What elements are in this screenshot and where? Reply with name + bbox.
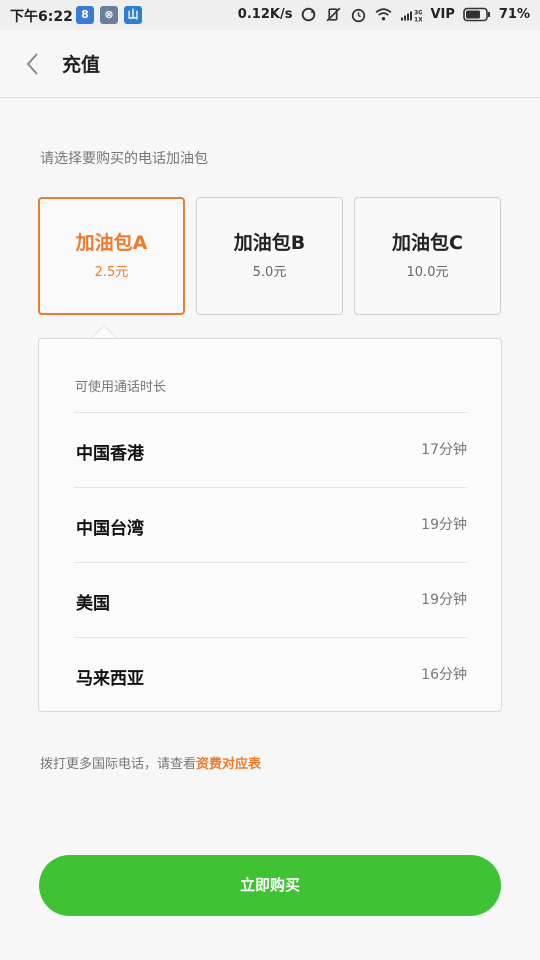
minutes-value: 19分钟 bbox=[421, 517, 467, 533]
package-price: 10.0元 bbox=[406, 265, 449, 280]
region-name: 马来西亚 bbox=[76, 669, 144, 689]
note-text: 拨打更多国际电话，请查看 bbox=[40, 757, 197, 772]
package-price: 5.0元 bbox=[252, 265, 287, 280]
app-notification-icon: 8 bbox=[76, 6, 94, 24]
page-title: 充值 bbox=[62, 54, 101, 76]
rate-note: 拨打更多国际电话，请查看资费对应表 bbox=[40, 753, 261, 772]
package-price: 2.5元 bbox=[94, 265, 129, 280]
package-prompt: 请选择要购买的电话加油包 bbox=[40, 151, 208, 167]
svg-text:1X: 1X bbox=[414, 17, 422, 24]
chevron-left-icon bbox=[26, 53, 38, 75]
region-name: 中国香港 bbox=[76, 444, 144, 464]
wifi-icon bbox=[375, 8, 392, 21]
minutes-value: 19分钟 bbox=[421, 592, 467, 608]
selection-pointer bbox=[91, 325, 117, 338]
svg-text:3G: 3G bbox=[414, 10, 422, 17]
list-item: 中国香港 17分钟 bbox=[74, 412, 467, 487]
minutes-value: 16分钟 bbox=[421, 667, 467, 683]
package-name: 加油包B bbox=[233, 232, 306, 254]
status-time: 下午6:22 bbox=[10, 9, 73, 25]
app-notification-icon: ⊗ bbox=[100, 6, 118, 24]
list-item: 马来西亚 16分钟 bbox=[74, 637, 467, 712]
package-option-c[interactable]: 加油包C 10.0元 bbox=[354, 197, 501, 315]
sync-icon bbox=[302, 7, 316, 22]
network-speed: 0.12K/s bbox=[237, 7, 293, 22]
battery-icon bbox=[463, 7, 490, 22]
minutes-value: 17分钟 bbox=[421, 442, 467, 458]
package-option-b[interactable]: 加油包B 5.0元 bbox=[196, 197, 343, 315]
app-notification-icon: 山 bbox=[124, 6, 142, 24]
signal-icon: 3G1X bbox=[401, 10, 422, 24]
list-item: 美国 19分钟 bbox=[74, 562, 467, 637]
app-header: 充值 bbox=[0, 30, 540, 98]
package-name: 加油包C bbox=[392, 232, 463, 254]
region-name: 美国 bbox=[76, 594, 110, 614]
package-option-a[interactable]: 加油包A 2.5元 bbox=[38, 197, 185, 315]
carrier-label: VIP bbox=[430, 7, 455, 22]
region-name: 中国台湾 bbox=[76, 519, 144, 539]
battery-percent: 71% bbox=[498, 7, 530, 22]
package-name: 加油包A bbox=[75, 232, 148, 254]
alarm-icon bbox=[352, 8, 366, 23]
status-bar: 下午6:22 8 ⊗ 山 0.12K/s 3G 1X VIP 71% bbox=[0, 0, 540, 30]
status-right: 0.12K/s 3G 1X VIP 71% bbox=[238, 6, 530, 23]
card-label: 可使用通话时长 bbox=[75, 380, 167, 395]
list-item: 中国台湾 19分钟 bbox=[74, 487, 467, 562]
mute-icon bbox=[326, 7, 341, 22]
buy-now-button[interactable]: 立即购买 bbox=[39, 855, 501, 916]
back-button[interactable] bbox=[18, 48, 48, 80]
call-duration-card: 可使用通话时长 中国香港 17分钟 中国台湾 19分钟 美国 19分钟 马来西亚… bbox=[38, 338, 502, 712]
rate-table-link[interactable]: 资费对应表 bbox=[196, 757, 261, 772]
